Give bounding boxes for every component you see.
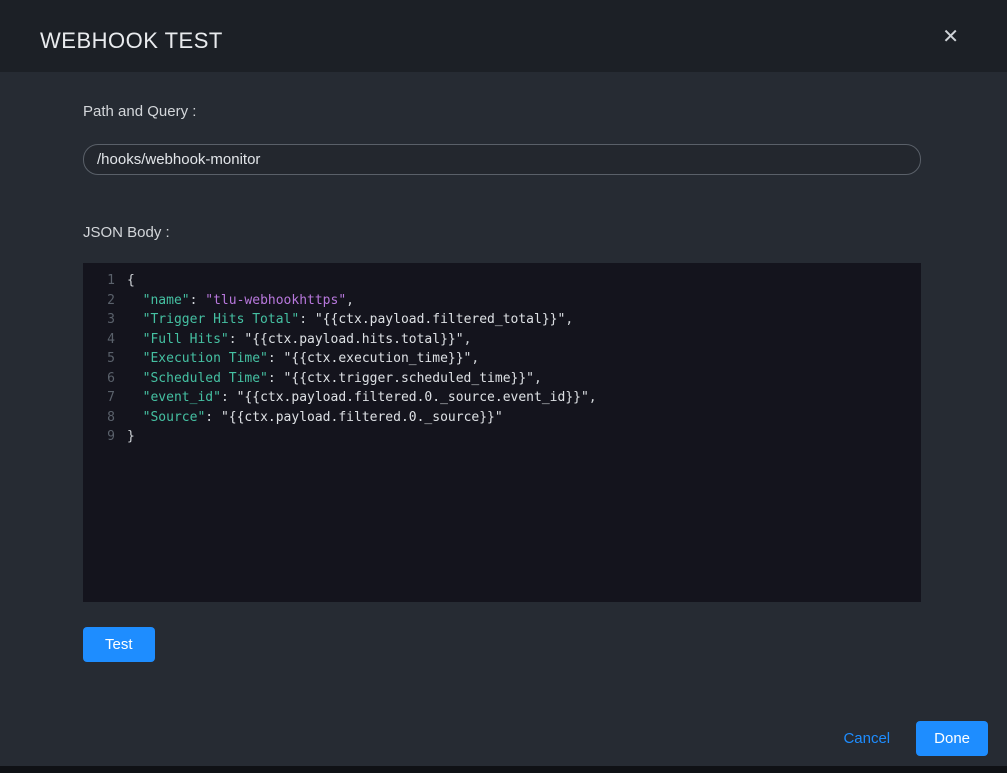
code-line: 6 "Scheduled Time": "{{ctx.trigger.sched… — [93, 369, 921, 389]
modal-header: WEBHOOK TEST ✕ — [0, 0, 1007, 72]
json-body-editor[interactable]: 1{2 "name": "tlu-webhookhttps",3 "Trigge… — [83, 263, 921, 602]
code-line: 1{ — [93, 271, 921, 291]
code-text: "event_id": "{{ctx.payload.filtered.0._s… — [127, 388, 597, 408]
code-line: 9} — [93, 427, 921, 447]
line-number: 6 — [93, 369, 115, 389]
line-number: 2 — [93, 291, 115, 311]
json-editor-lines: 1{2 "name": "tlu-webhookhttps",3 "Trigge… — [93, 271, 921, 447]
bottom-strip — [0, 766, 1007, 773]
code-text: "Execution Time": "{{ctx.execution_time}… — [127, 349, 479, 369]
webhook-test-modal: WEBHOOK TEST ✕ Path and Query : JSON Bod… — [0, 0, 1007, 773]
code-line: 4 "Full Hits": "{{ctx.payload.hits.total… — [93, 330, 921, 350]
code-line: 3 "Trigger Hits Total": "{{ctx.payload.f… — [93, 310, 921, 330]
path-and-query-label: Path and Query : — [83, 103, 921, 120]
line-number: 9 — [93, 427, 115, 447]
code-line: 5 "Execution Time": "{{ctx.execution_tim… — [93, 349, 921, 369]
code-text: "Full Hits": "{{ctx.payload.hits.total}}… — [127, 330, 471, 350]
code-line: 8 "Source": "{{ctx.payload.filtered.0._s… — [93, 408, 921, 428]
line-number: 8 — [93, 408, 115, 428]
modal-title: WEBHOOK TEST — [40, 28, 223, 54]
code-line: 2 "name": "tlu-webhookhttps", — [93, 291, 921, 311]
close-icon[interactable]: ✕ — [938, 23, 963, 51]
code-text: { — [127, 271, 135, 291]
modal-footer: Cancel Done — [0, 711, 1007, 766]
modal-body: Path and Query : JSON Body : 1{2 "name":… — [0, 72, 1007, 711]
code-text: "Trigger Hits Total": "{{ctx.payload.fil… — [127, 310, 573, 330]
line-number: 3 — [93, 310, 115, 330]
json-body-label: JSON Body : — [83, 224, 921, 241]
code-text: } — [127, 427, 135, 447]
code-text: "name": "tlu-webhookhttps", — [127, 291, 354, 311]
cancel-button[interactable]: Cancel — [843, 730, 890, 747]
line-number: 4 — [93, 330, 115, 350]
line-number: 5 — [93, 349, 115, 369]
code-text: "Scheduled Time": "{{ctx.trigger.schedul… — [127, 369, 542, 389]
test-button[interactable]: Test — [83, 627, 155, 662]
code-line: 7 "event_id": "{{ctx.payload.filtered.0.… — [93, 388, 921, 408]
path-and-query-input[interactable] — [83, 144, 921, 175]
line-number: 1 — [93, 271, 115, 291]
done-button[interactable]: Done — [916, 721, 988, 756]
code-text: "Source": "{{ctx.payload.filtered.0._sou… — [127, 408, 503, 428]
line-number: 7 — [93, 388, 115, 408]
